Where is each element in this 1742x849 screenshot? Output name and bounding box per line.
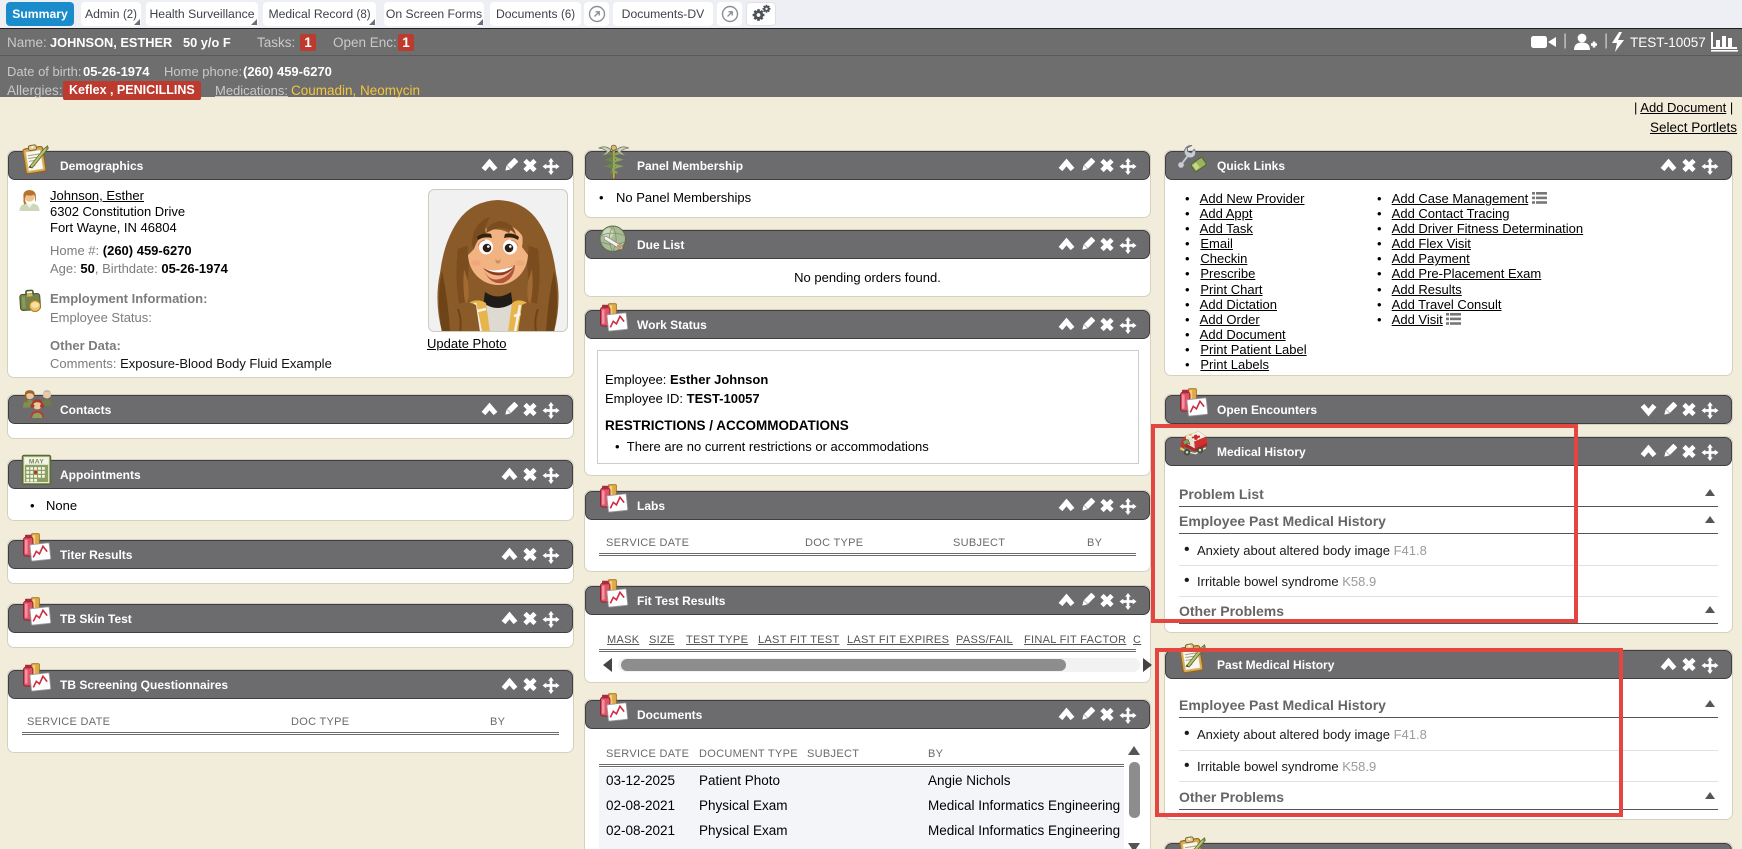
svg-text:MAY: MAY (29, 459, 45, 466)
